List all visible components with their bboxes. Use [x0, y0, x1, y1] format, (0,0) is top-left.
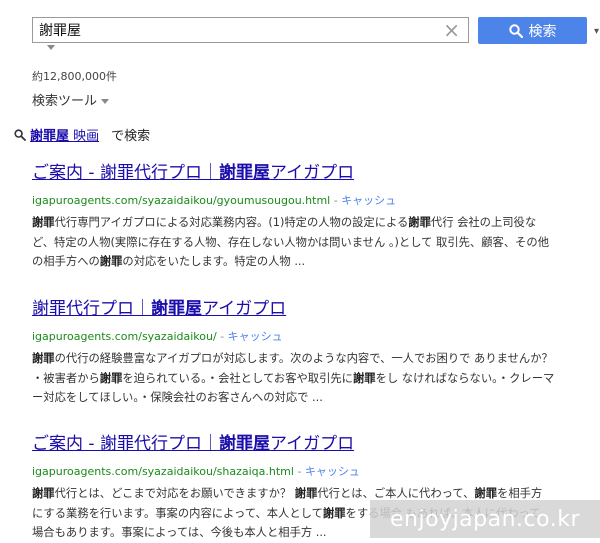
result-title-link[interactable]: ご案内 - 謝罪代行プロ｜謝罪屋アイガプロ: [32, 158, 600, 183]
result-url-line: igapuroagents.com/syazaidaikou/ - キャッシュ: [32, 328, 600, 344]
result-count: 約12,800,000件: [32, 70, 117, 83]
result-url: igapuroagents.com/syazaidaikou/shazaiqa.…: [32, 465, 294, 478]
snippet-keyword: 謝罪: [32, 216, 55, 229]
snippet-line: 謝罪代行専門アイガプロによる対応業務内容。(1)特定の人物の設定による謝罪代行 …: [32, 213, 600, 233]
close-icon[interactable]: ×: [443, 19, 460, 41]
snippet-text: 代行専門アイガプロによる対応業務内容。(1)特定の人物の設定による: [54, 216, 409, 229]
result-title-link[interactable]: 謝罪代行プロ｜謝罪屋アイガプロ: [32, 294, 600, 319]
snippet-line: 謝罪の代行の経験豊富なアイガプロが対応します。次のような内容で、一人でお困りで …: [32, 349, 600, 369]
result-title-bold: 謝罪屋: [218, 163, 270, 183]
result-title-pre: 謝罪代行プロ｜: [32, 299, 151, 319]
suggestion-term-rest: 映画: [69, 129, 100, 144]
snippet-keyword: 謝罪: [474, 487, 498, 500]
search-icon: [14, 129, 26, 141]
snippet-keyword: 謝罪: [294, 487, 318, 500]
result-title-bold: 謝罪屋: [218, 434, 270, 454]
result-snippet: 謝罪の代行の経験豊富なアイガプロが対応します。次のような内容で、一人でお困りで …: [32, 349, 600, 408]
search-result: ご案内 - 謝罪代行プロ｜謝罪屋アイガプロ igapuroagents.com/…: [32, 158, 600, 272]
snippet-keyword: 謝罪: [99, 255, 123, 268]
snippet-line: ど、特定の人物(実際に存在する人物、存在しない人物かは問いません 。)として 取…: [32, 233, 600, 253]
result-title-pre: ご案内 - 謝罪代行プロ｜: [32, 434, 219, 454]
more-arrow-icon[interactable]: ▾: [594, 26, 599, 37]
result-title-post: アイガプロ: [202, 299, 287, 319]
search-button-label: 検索: [528, 23, 557, 40]
snippet-keyword: 謝罪: [408, 216, 431, 229]
snippet-keyword: 謝罪: [322, 506, 346, 520]
result-url-separator: -: [216, 330, 228, 343]
result-title-pre: ご案内 - 謝罪代行プロ｜: [32, 163, 219, 183]
search-input[interactable]: [39, 21, 429, 39]
result-url: igapuroagents.com/syazaidaikou/: [32, 330, 217, 343]
snippet-text: ど、特定の人物(実際に存在する人物、存在しない人物かは問いません 。)として 取…: [32, 235, 550, 249]
result-snippet: 謝罪代行専門アイガプロによる対応業務内容。(1)特定の人物の設定による謝罪代行 …: [32, 213, 600, 272]
result-title-post: アイガプロ: [269, 434, 355, 454]
snippet-line: ・被害者から謝罪を迫られている。・会社としてお客や取引先に謝罪をし なければなら…: [32, 369, 600, 389]
history-dropdown-arrow-icon[interactable]: [47, 45, 55, 50]
snippet-text: の対応をいたします。特定の人物 ...: [122, 255, 306, 268]
snippet-text: ー対応をしてほしい。・保険会社のお客さんへの対応で ...: [32, 391, 323, 404]
result-url-separator: -: [330, 194, 342, 207]
snippet-text: 代行とは、どこまで対応をお願いできますか？: [54, 487, 295, 500]
result-url: igapuroagents.com/syazaidaikou/gyoumusou…: [32, 194, 331, 207]
snippet-text: の相手方への: [32, 255, 100, 268]
snippet-text: をし なければならない。・クレーマ: [375, 371, 555, 385]
result-title-bold: 謝罪屋: [151, 299, 202, 319]
snippet-line: ー対応をしてほしい。・保険会社のお客さんへの対応で ...: [32, 388, 600, 408]
result-url-line: igapuroagents.com/syazaidaikou/shazaiqa.…: [32, 463, 600, 479]
snippet-text: 代行 会社の上司役な: [430, 216, 537, 229]
result-title-post: アイガプロ: [269, 163, 355, 183]
snippet-keyword: 謝罪: [32, 487, 55, 500]
result-url-line: igapuroagents.com/syazaidaikou/gyoumusou…: [32, 192, 600, 208]
snippet-text: を迫られている。・会社としてお客や取引先に: [122, 371, 353, 385]
snippet-text: ・被害者から: [32, 371, 100, 385]
search-icon: [508, 23, 523, 38]
search-tools-label: 検索ツール: [32, 94, 98, 109]
suggestion-term-bold: 謝罪屋: [30, 129, 70, 144]
cache-link[interactable]: キャッシュ: [228, 330, 283, 343]
result-url-separator: -: [293, 465, 305, 478]
search-button[interactable]: 検索: [478, 17, 587, 44]
snippet-text: を相手方: [497, 487, 543, 500]
snippet-line: の相手方への謝罪の対応をいたします。特定の人物 ...: [32, 252, 600, 272]
snippet-keyword: 謝罪: [32, 352, 55, 365]
snippet-text: 場合もあります。事案によっては、今後も本人と相手方 ...: [32, 526, 327, 539]
snippet-keyword: 謝罪: [352, 371, 376, 385]
snippet-text: にする業務を行います。事案の内容によって、本人として: [32, 506, 323, 520]
snippet-text: 代行とは、ご本人に代わって、: [317, 487, 475, 500]
suggestion-link[interactable]: 謝罪屋 映画: [30, 129, 99, 144]
watermark: enjoyjapan.co.kr: [370, 500, 600, 538]
snippet-keyword: 謝罪: [99, 371, 123, 385]
cache-link[interactable]: キャッシュ: [341, 194, 396, 207]
cache-link[interactable]: キャッシュ: [305, 465, 360, 478]
chevron-down-icon: [101, 99, 110, 104]
suggestion-suffix: で検索: [111, 129, 151, 144]
result-title-link[interactable]: ご案内 - 謝罪代行プロ｜謝罪屋アイガプロ: [32, 429, 600, 454]
search-box[interactable]: ×: [32, 17, 469, 43]
search-suggestion: 謝罪屋 映画 で検索: [14, 125, 150, 144]
search-tools-toggle[interactable]: 検索ツール: [32, 90, 110, 109]
snippet-text: の代行の経験豊富なアイガプロが対応します。次のような内容で、一人でお困りで あり…: [54, 352, 553, 365]
search-result: 謝罪代行プロ｜謝罪屋アイガプロ igapuroagents.com/syazai…: [32, 294, 600, 408]
